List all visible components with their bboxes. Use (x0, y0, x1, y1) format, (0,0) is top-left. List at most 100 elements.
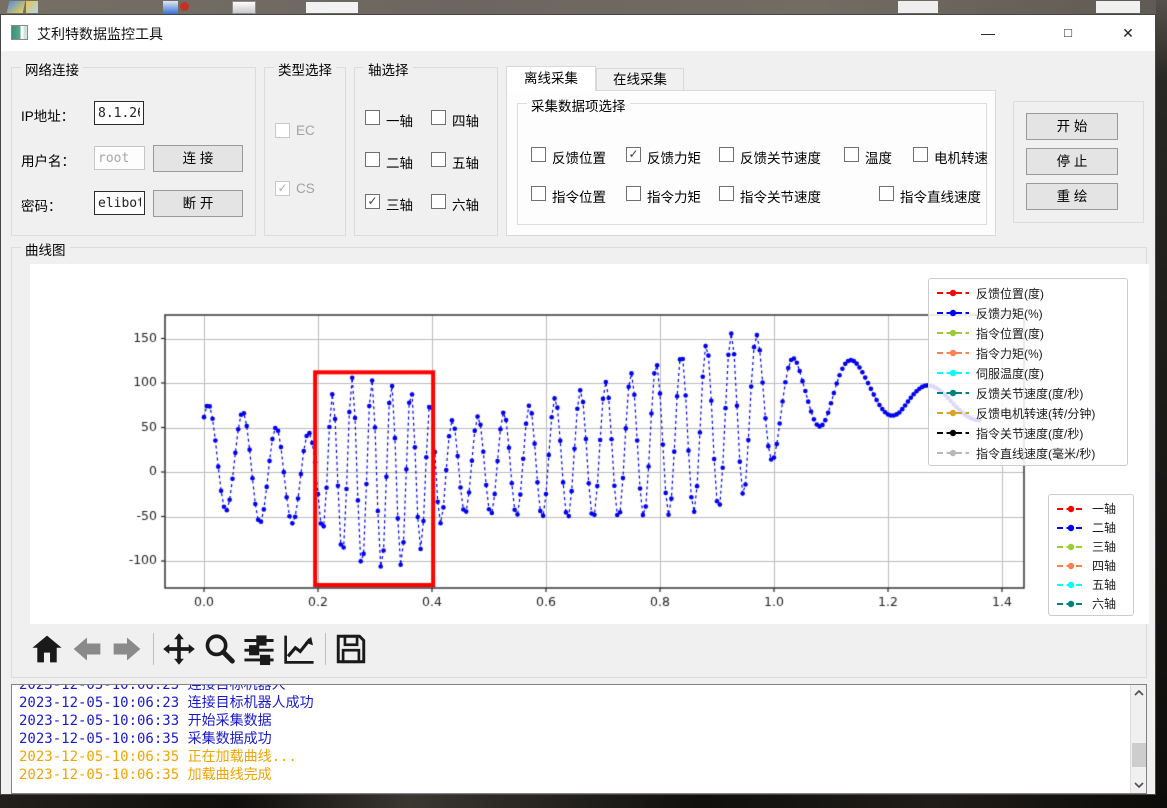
scrollbar-thumb[interactable] (1132, 743, 1146, 767)
checkbox-box (531, 147, 546, 162)
customize-axes-icon[interactable] (282, 632, 316, 666)
desktop-icon-fragment (232, 1, 256, 14)
password-input[interactable] (94, 191, 145, 215)
legend-item: 一轴 (1056, 499, 1126, 518)
title-bar: 艾利特数据监控工具 — □ ✕ (1, 15, 1155, 51)
app-icon (11, 25, 28, 40)
log-line: 2023-12-05-10:06:35 加载曲线完成 (19, 766, 1126, 784)
legend-label: 指令力矩(%) (976, 345, 1043, 362)
connect-button[interactable]: 连 接 (153, 145, 243, 172)
checkbox-label: 六轴 (452, 194, 479, 214)
legend-marker-icon (936, 328, 970, 338)
redraw-button[interactable]: 重 绘 (1026, 183, 1118, 210)
scroll-up-icon[interactable] (1131, 685, 1147, 701)
legend-label: 反馈力矩(%) (976, 305, 1043, 322)
checkbox-box (626, 186, 641, 201)
checkbox-label: 指令关节速度 (740, 186, 821, 206)
legend-marker-icon (936, 348, 970, 358)
start-button[interactable]: 开 始 (1026, 113, 1118, 140)
axis-select-title: 轴选择 (364, 59, 413, 79)
desktop-icon-label (1096, 1, 1140, 13)
checkbox-box (879, 186, 894, 201)
forward-icon[interactable] (110, 632, 144, 666)
checkbox-box (431, 152, 446, 167)
legend-item: 指令位置(度) (936, 323, 1120, 343)
checkbox-label: 三轴 (386, 194, 413, 214)
legend-item: 指令直线速度(毫米/秒) (936, 443, 1120, 463)
legend-marker-icon (1056, 580, 1086, 590)
figure-canvas: 反馈位置(度) 反馈力矩(%) 指令位置(度) 指令力矩(%) 伺服温度(度) 反馈关节速… (30, 264, 1149, 624)
toolbar-separator (153, 633, 154, 665)
maximize-button[interactable]: □ (1045, 15, 1091, 51)
log-output[interactable]: 2023-12-05-10:06:23 连接目标机器人2023-12-05-10… (11, 684, 1147, 794)
type-select-title: 类型选择 (274, 59, 336, 79)
log-scrollbar[interactable] (1130, 685, 1146, 793)
pan-icon[interactable] (162, 632, 196, 666)
desktop-background-bottom (0, 795, 1167, 808)
password-label: 密码： (21, 195, 62, 215)
legend-marker-icon (1056, 561, 1086, 571)
legend-label: 一轴 (1092, 500, 1116, 517)
legend-marker-icon (936, 428, 970, 438)
username-input[interactable] (94, 146, 145, 170)
checkbox-label: 反馈位置 (552, 147, 606, 167)
checkbox-label: 四轴 (452, 110, 479, 130)
legend-label: 反馈关节速度(度/秒) (976, 385, 1083, 402)
legend-item: 四轴 (1056, 556, 1126, 575)
log-line: 2023-12-05-10:06:33 开始采集数据 (19, 712, 1126, 730)
legend-marker-icon (936, 368, 970, 378)
legend-label: 指令直线速度(毫米/秒) (976, 445, 1095, 462)
close-button[interactable]: ✕ (1105, 15, 1151, 51)
ip-address-input[interactable] (94, 101, 144, 125)
toolbar-separator (325, 633, 326, 665)
legend-label: 反馈电机转速(转/分钟) (976, 405, 1095, 422)
legend-label: 六轴 (1092, 595, 1116, 612)
username-label: 用户名： (21, 150, 75, 170)
legend-item: 伺服温度(度) (936, 363, 1120, 383)
checkbox-box: ✓ (626, 147, 641, 162)
stop-button[interactable]: 停 止 (1026, 148, 1118, 175)
legend-item: 二轴 (1056, 518, 1126, 537)
legend-item: 五轴 (1056, 575, 1126, 594)
checkbox-box (365, 110, 380, 125)
tab-offline-collect[interactable]: 离线采集 (506, 66, 596, 91)
legend-marker-icon (936, 408, 970, 418)
desktop-icon-label (306, 2, 358, 13)
subplots-config-icon[interactable] (242, 632, 276, 666)
back-icon[interactable] (70, 632, 104, 666)
legend-label: 伺服温度(度) (976, 365, 1044, 382)
checkbox-label: 五轴 (452, 152, 479, 172)
checkbox-label: 指令位置 (552, 186, 606, 206)
legend-marker-icon (936, 308, 970, 318)
legend-item: 反馈电机转速(转/分钟) (936, 403, 1120, 423)
zoom-icon[interactable] (202, 632, 236, 666)
desktop-icon-fragment (180, 2, 189, 11)
log-line: 2023-12-05-10:06:23 连接目标机器人成功 (19, 694, 1126, 712)
legend-label: 指令位置(度) (976, 325, 1044, 342)
desktop-background-top (0, 0, 1167, 14)
checkbox-label: 指令力矩 (647, 186, 701, 206)
desktop-icon-label (898, 1, 938, 13)
app-window: 艾利特数据监控工具 — □ ✕ 网络连接 IP地址： 用户名： 连 接 密码： … (0, 14, 1156, 795)
home-icon[interactable] (30, 632, 64, 666)
checkbox-box (719, 186, 734, 201)
minimize-button[interactable]: — (965, 15, 1011, 51)
legend-item: 指令关节速度(度/秒) (936, 423, 1120, 443)
log-lines: 2023-12-05-10:06:23 连接目标机器人2023-12-05-10… (19, 684, 1126, 784)
legend-item: 反馈力矩(%) (936, 303, 1120, 323)
legend-item: 反馈位置(度) (936, 283, 1120, 303)
save-icon[interactable] (334, 632, 368, 666)
disconnect-button[interactable]: 断 开 (153, 190, 243, 217)
type-select-groupbox: 类型选择 (264, 67, 346, 236)
series-legend: 反馈位置(度) 反馈力矩(%) 指令位置(度) 指令力矩(%) 伺服温度(度) 反馈关节速… (928, 278, 1128, 466)
checkbox-box: ✓ (275, 181, 290, 196)
legend-label: 反馈位置(度) (976, 285, 1044, 302)
window-title: 艾利特数据监控工具 (37, 24, 163, 44)
scroll-down-icon[interactable] (1131, 777, 1147, 793)
checkbox-box (431, 110, 446, 125)
legend-marker-icon (1056, 523, 1086, 533)
tab-online-collect[interactable]: 在线采集 (596, 68, 684, 91)
legend-label: 三轴 (1092, 538, 1116, 555)
legend-marker-icon (1056, 542, 1086, 552)
desktop-icon-fragment (163, 1, 178, 14)
